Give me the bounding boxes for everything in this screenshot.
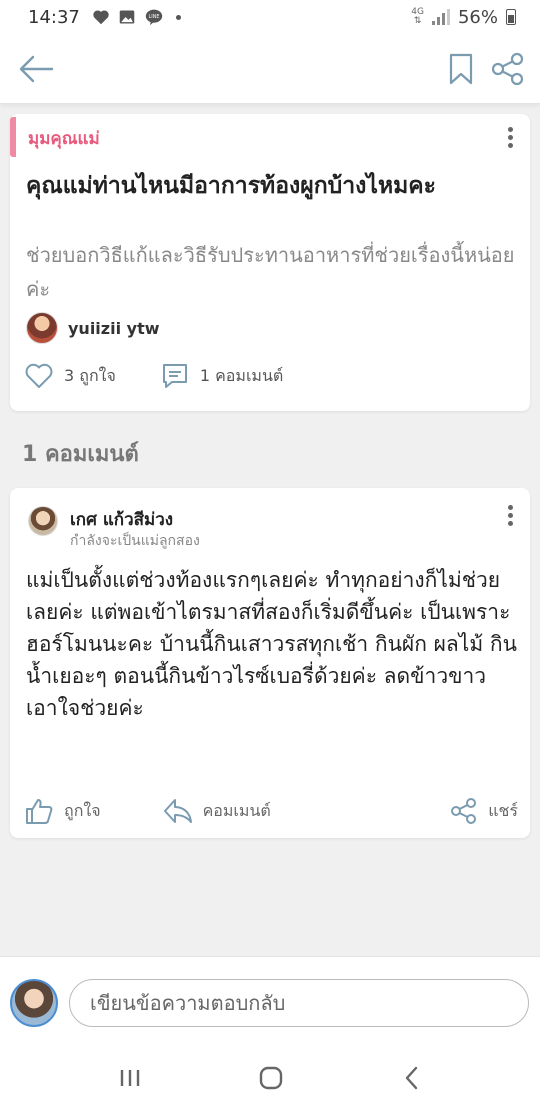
comment-bubble-icon <box>162 364 187 388</box>
comment-body: แม่เป็นตั้งแต่ช่วงท้องแรกๆเลยค่ะ ทำทุกอย… <box>26 568 517 720</box>
comment-share-button[interactable]: แชร์ <box>450 797 518 825</box>
battery-percent: 56% <box>457 6 498 28</box>
nav-back-icon[interactable] <box>402 1064 422 1092</box>
post-description: ช่วยบอกวิธีแก้และวิธีรับประทานอาหารที่ช่… <box>26 243 515 301</box>
status-time: 14:37 <box>28 6 80 28</box>
comment-like-button[interactable]: ถูกใจ <box>24 797 101 825</box>
post-like-button[interactable]: 3 ถูกใจ <box>24 363 116 389</box>
reply-bar <box>0 956 540 1046</box>
signal-icon <box>431 9 450 25</box>
svg-text:LINE: LINE <box>148 14 159 20</box>
network-type: 4G ⇅ <box>411 7 424 26</box>
status-bar: 14:37 LINE 4G ⇅ 56% <box>0 0 540 34</box>
home-icon[interactable] <box>258 1064 284 1092</box>
system-nav-bar <box>0 1046 540 1110</box>
comment-card: เกศ แก้วสีม่วง กำลังจะเป็นแม่ลูกสอง แม่เ… <box>10 488 530 838</box>
thumbs-up-icon <box>26 799 53 824</box>
commenter-name[interactable]: เกศ แก้วสีม่วง <box>70 506 173 533</box>
post-category[interactable]: มุมคุณแม่ <box>28 125 100 152</box>
line-app-notification-icon: LINE <box>145 9 163 26</box>
comment-like-label: ถูกใจ <box>64 800 101 820</box>
back-arrow-icon[interactable] <box>18 52 54 86</box>
post-title: คุณแม่ท่านไหนมีอาการท้องผูกบ้างไหมคะ <box>26 173 437 199</box>
recent-apps-icon[interactable] <box>118 1064 142 1092</box>
heart-notification-icon <box>93 10 109 25</box>
heart-icon <box>25 363 53 388</box>
post-comments-label: 1 คอมเมนต์ <box>199 365 284 385</box>
post-comment-button[interactable]: 1 คอมเมนต์ <box>160 362 283 390</box>
comments-count-heading: 1 คอมเมนต์ <box>22 442 139 467</box>
author-name[interactable]: yuiizii ytw <box>68 319 160 338</box>
comment-reply-label: คอมเมนต์ <box>202 800 271 820</box>
comment-reply-button[interactable]: คอมเมนต์ <box>163 797 271 825</box>
more-notifications-dot <box>175 14 181 20</box>
post-likes-label: 3 ถูกใจ <box>64 365 116 385</box>
reply-input[interactable] <box>69 979 529 1027</box>
share-icon[interactable] <box>490 52 526 86</box>
share-icon <box>451 798 477 824</box>
current-user-avatar <box>10 979 58 1027</box>
category-accent-bar <box>10 117 16 157</box>
reply-arrow-icon <box>163 799 192 823</box>
comment-share-label: แชร์ <box>488 800 518 820</box>
post-actions: 3 ถูกใจ 1 คอมเมนต์ <box>24 362 283 390</box>
comment-more-options-icon[interactable] <box>500 502 520 532</box>
post-author[interactable]: yuiizii ytw <box>26 312 160 344</box>
author-avatar[interactable] <box>26 312 58 344</box>
post-card: มุมคุณแม่ คุณแม่ท่านไหนมีอาการท้องผูกบ้า… <box>10 114 530 411</box>
app-bar <box>0 34 540 104</box>
bookmark-icon[interactable] <box>448 52 474 86</box>
post-more-options-icon[interactable] <box>500 124 520 154</box>
commenter-avatar[interactable] <box>28 506 58 536</box>
battery-icon <box>506 9 516 25</box>
comment-actions: ถูกใจ คอมเมนต์ แชร์ <box>24 796 518 826</box>
commenter-subtitle: กำลังจะเป็นแม่ลูกสอง <box>70 533 200 549</box>
gallery-notification-icon <box>119 10 135 24</box>
